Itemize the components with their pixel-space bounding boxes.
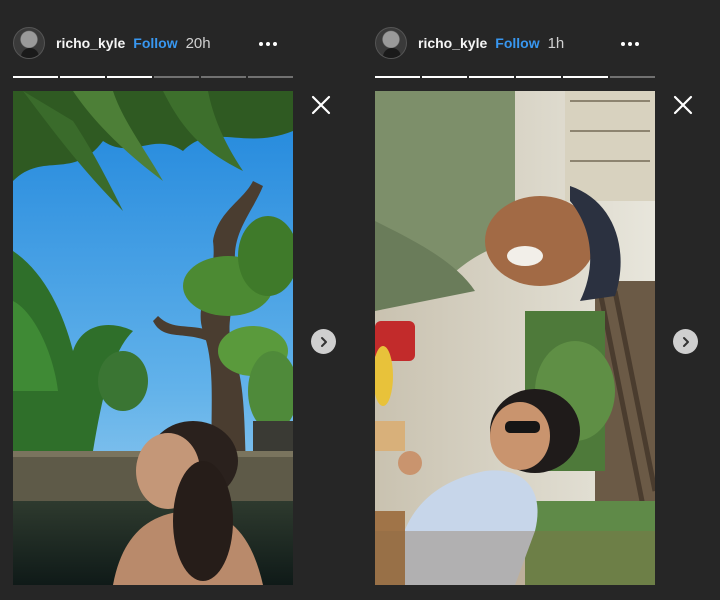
progress-segment: [248, 76, 293, 78]
story-header: richo_kyle Follow 1h: [375, 26, 564, 60]
progress-segment: [13, 76, 58, 78]
story-photo: [13, 91, 293, 585]
next-story-button[interactable]: [311, 329, 336, 354]
story-header: richo_kyle Follow 20h: [13, 26, 211, 60]
close-icon[interactable]: [310, 94, 332, 116]
progress-segment: [469, 76, 514, 78]
progress-segment: [516, 76, 561, 78]
progress-segment: [563, 76, 608, 78]
progress-segment: [107, 76, 152, 78]
follow-button[interactable]: Follow: [495, 35, 539, 51]
story-image-pool-palms[interactable]: [13, 91, 293, 585]
post-time: 20h: [185, 34, 211, 52]
follow-button[interactable]: Follow: [133, 35, 177, 51]
story-panel-2: richo_kyle Follow 1h: [362, 0, 720, 600]
story-photo: [375, 91, 655, 585]
story-image-restaurant-selfie[interactable]: [375, 91, 655, 585]
progress-segment: [610, 76, 655, 78]
progress-segment: [201, 76, 246, 78]
story-progress-bar: [13, 76, 293, 78]
story-progress-bar: [375, 76, 655, 78]
chevron-right-icon: [682, 336, 689, 347]
chevron-right-icon: [320, 336, 327, 347]
more-options-icon[interactable]: [259, 34, 285, 54]
next-story-button[interactable]: [673, 329, 698, 354]
avatar[interactable]: [13, 27, 45, 59]
close-icon[interactable]: [672, 94, 694, 116]
username[interactable]: richo_kyle: [418, 35, 487, 51]
post-time: 1h: [547, 34, 565, 52]
username[interactable]: richo_kyle: [56, 35, 125, 51]
progress-segment: [422, 76, 467, 78]
more-options-icon[interactable]: [621, 34, 647, 54]
story-panel-1: richo_kyle Follow 20h: [0, 0, 362, 600]
progress-segment: [154, 76, 199, 78]
avatar[interactable]: [375, 27, 407, 59]
progress-segment: [60, 76, 105, 78]
progress-segment: [375, 76, 420, 78]
